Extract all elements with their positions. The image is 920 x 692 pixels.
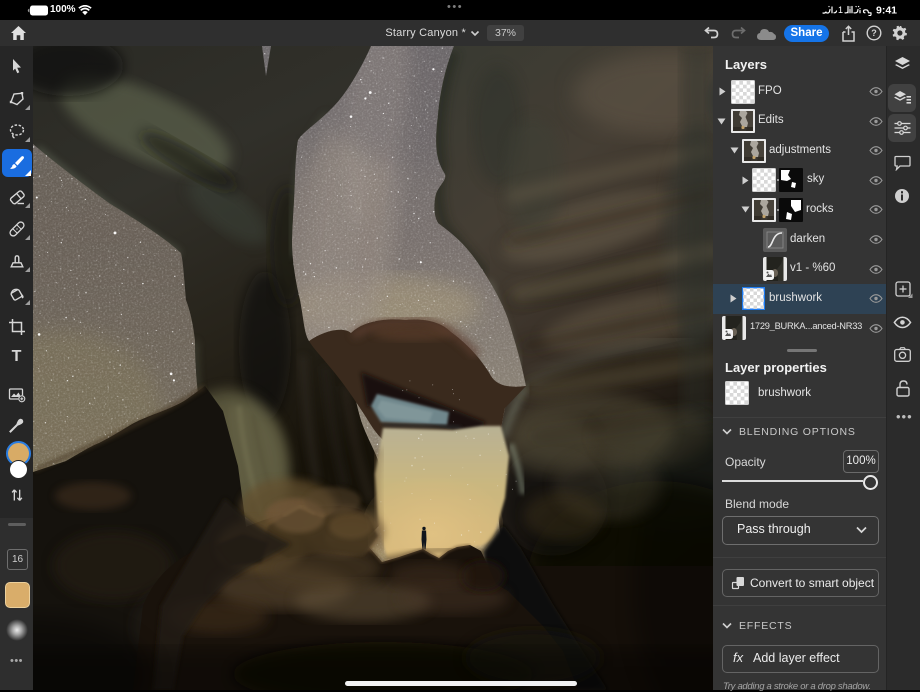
svg-text:1: 1	[838, 5, 843, 15]
svg-text:9:41: 9:41	[876, 5, 897, 17]
svg-text:?: ?	[871, 28, 877, 38]
